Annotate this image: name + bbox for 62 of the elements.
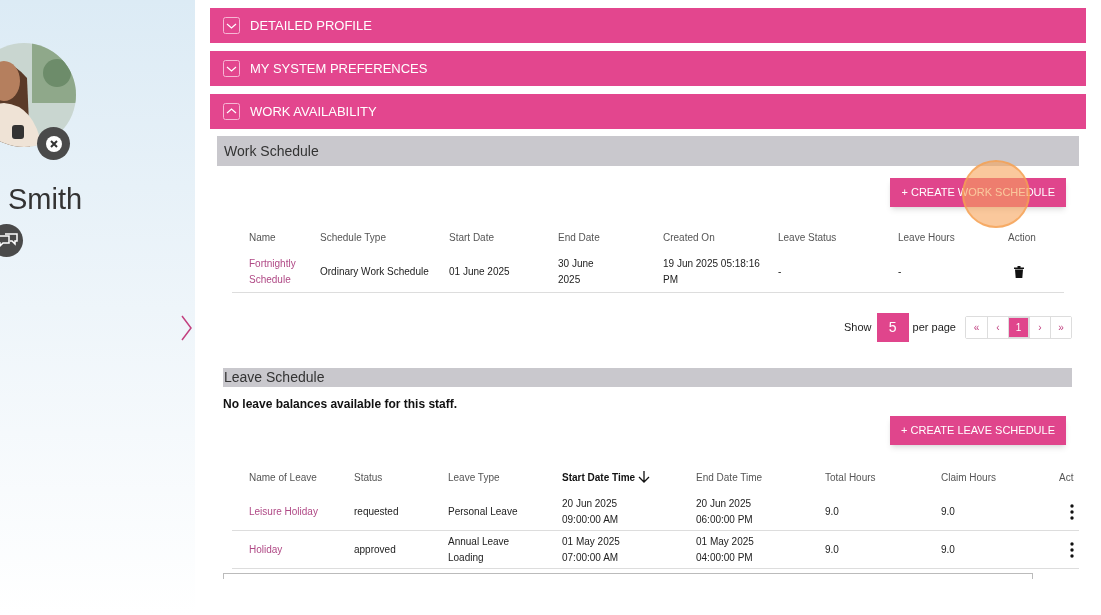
table-cell-text: 01 May 2025 04:00:00 PM	[696, 534, 755, 565]
table-cell-text: 20 Jun 2025 09:00:00 AM	[562, 496, 620, 527]
sort-arrow-icon[interactable]	[638, 470, 651, 484]
profile-name: Smith	[8, 182, 83, 217]
empty-message: No leave balances available for this staff.	[223, 396, 459, 413]
column-header: Start Date	[449, 230, 496, 245]
accordion-header[interactable]: MY SYSTEM PREFERENCES	[210, 51, 1086, 86]
column-header[interactable]: Leave Type	[448, 469, 500, 485]
accordion-header[interactable]: WORK AVAILABILITY	[210, 94, 1086, 129]
more-options-icon[interactable]	[1070, 541, 1074, 558]
column-header: Action	[1008, 230, 1037, 245]
page-button[interactable]: »	[1050, 317, 1071, 338]
column-header[interactable]: Status	[354, 469, 383, 485]
table-cell-text: 20 Jun 2025 06:00:00 PM	[696, 496, 754, 527]
section-header: Work Schedule	[217, 136, 1079, 166]
table-cell-text: 19 Jun 2025 05:18:16 PM	[663, 256, 761, 287]
column-header: Schedule Type	[320, 230, 387, 245]
table-cell-text: -	[898, 264, 903, 279]
table-cell-text: Annual Leave Loading	[448, 534, 511, 565]
table-cell-text: Ordinary Work Schedule	[320, 264, 430, 279]
section-header: Leave Schedule	[223, 368, 1072, 387]
show-label: Show	[844, 320, 872, 336]
accordion-header[interactable]: DETAILED PROFILE	[210, 8, 1086, 43]
schedule-link[interactable]: Fortnightly Schedule	[249, 255, 320, 288]
chevron-down-icon	[223, 17, 240, 34]
per-page-label: per page	[912, 320, 956, 336]
table-cell-text: 01 June 2025	[449, 264, 511, 279]
remove-photo-button[interactable]	[37, 127, 70, 160]
column-header[interactable]: Act	[1059, 469, 1074, 485]
create-leave-schedule-button[interactable]: + CREATE LEAVE SCHEDULE	[890, 416, 1066, 445]
create-work-schedule-button[interactable]: + CREATE WORK SCHEDULE	[890, 178, 1066, 207]
column-header[interactable]: Name of Leave	[249, 469, 317, 485]
column-header: Name	[249, 230, 277, 245]
column-header[interactable]: Start Date Time	[562, 469, 636, 485]
leave-link[interactable]: Holiday	[249, 541, 354, 558]
table-cell-text: requested	[354, 504, 400, 519]
table-cell-text: approved	[354, 542, 397, 557]
table-cell-text: 9.0	[941, 504, 956, 519]
chevron-up-icon	[223, 103, 240, 120]
column-header: Leave Hours	[898, 230, 956, 245]
column-header: Created On	[663, 230, 716, 245]
table-cell-text: 30 June 2025	[558, 256, 595, 287]
table-cell-text: -	[778, 264, 783, 279]
table-cell-text: 9.0	[825, 542, 840, 557]
table-cell-text: Personal Leave	[448, 504, 519, 519]
table-cell-text: 9.0	[825, 504, 840, 519]
expand-chevron-icon[interactable]	[181, 315, 192, 341]
page-button[interactable]: 1	[1008, 317, 1029, 338]
more-options-icon[interactable]	[1070, 503, 1074, 520]
column-header[interactable]: Total Hours	[825, 469, 876, 485]
delete-icon[interactable]	[1014, 265, 1024, 278]
table-cell-text: 01 May 2025 07:00:00 AM	[562, 534, 621, 565]
page-size-field[interactable]: 5	[876, 313, 909, 342]
chat-icon	[0, 232, 18, 249]
chevron-down-icon	[223, 60, 240, 77]
column-header: End Date	[558, 230, 601, 245]
column-header: Leave Status	[778, 230, 838, 245]
close-icon	[45, 135, 62, 152]
leave-link[interactable]: Leisure Holiday	[249, 503, 354, 520]
column-header[interactable]: End Date Time	[696, 469, 763, 485]
column-header[interactable]: Claim Hours	[941, 469, 996, 485]
table-cell-text: 9.0	[941, 542, 956, 557]
